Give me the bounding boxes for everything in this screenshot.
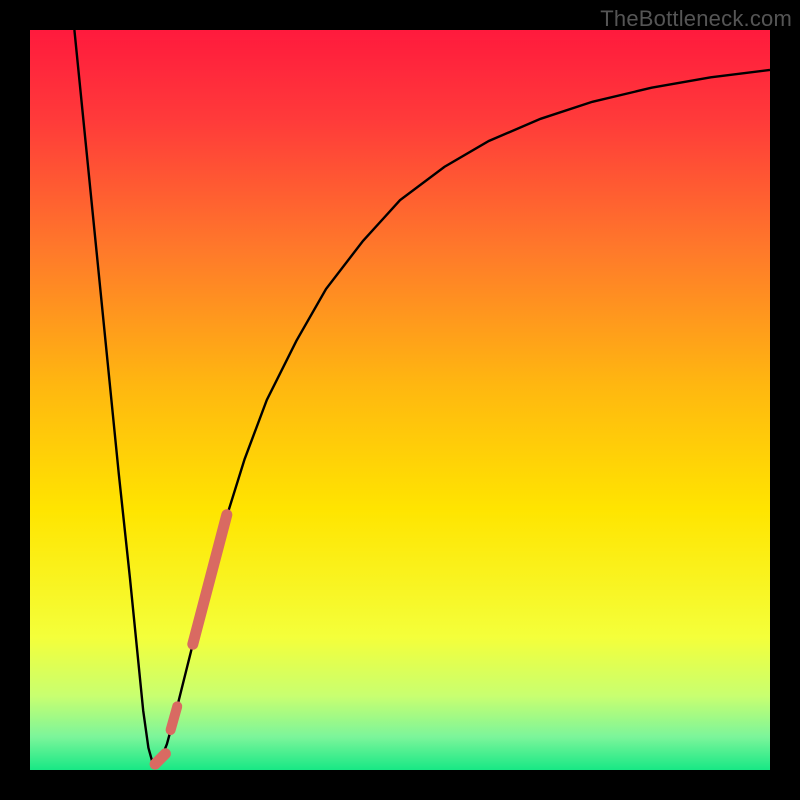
watermark-text: TheBottleneck.com: [600, 6, 792, 32]
highlight-dot-lower: [155, 754, 165, 764]
gradient-background: [30, 30, 770, 770]
highlight-dot-upper: [171, 706, 178, 730]
chart-frame: TheBottleneck.com: [0, 0, 800, 800]
chart-svg: [30, 30, 770, 770]
plot-area: [30, 30, 770, 770]
